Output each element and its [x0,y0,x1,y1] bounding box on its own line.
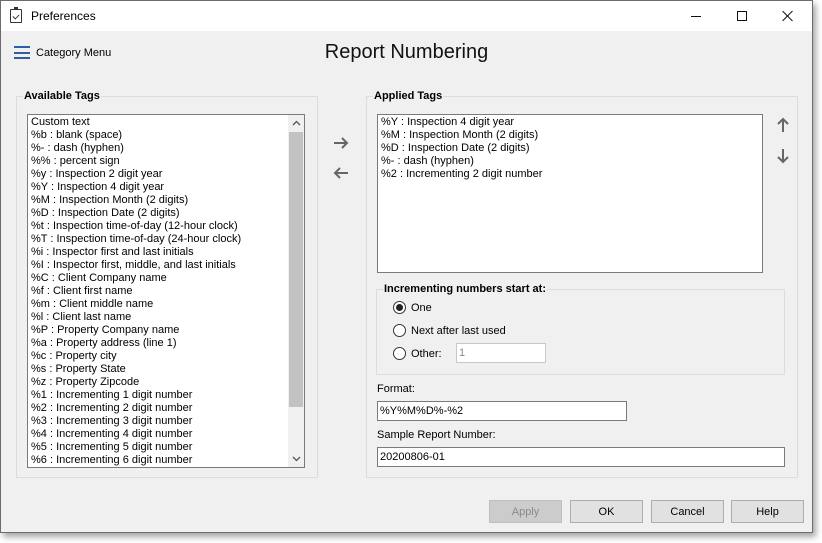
move-up-button[interactable] [772,116,794,134]
move-down-button[interactable] [772,147,794,165]
applied-tag-item[interactable]: %2 : Incrementing 2 digit number [381,168,762,181]
arrow-left-icon [333,167,348,179]
available-tag-item[interactable]: %2 : Incrementing 2 digit number [31,402,304,415]
applied-tag-item[interactable]: %- : dash (hyphen) [381,155,762,168]
available-tag-item[interactable]: %l : Client last name [31,311,304,324]
radio-next-label: Next after last used [411,324,506,337]
available-tag-item[interactable]: %t : Inspection time-of-day (12-hour clo… [31,220,304,233]
available-tag-item[interactable]: %C : Client Company name [31,272,304,285]
available-tag-item[interactable]: %i : Inspector first and last initials [31,246,304,259]
format-input[interactable]: %Y%M%D%-%2 [377,401,627,421]
available-tag-item[interactable]: %M : Inspection Month (2 digits) [31,194,304,207]
arrow-right-icon [334,137,349,149]
scroll-thumb[interactable] [289,132,303,407]
maximize-button[interactable] [719,1,765,31]
available-tags-label: Available Tags [23,90,101,102]
page-title: Report Numbering [324,41,489,63]
applied-tag-item[interactable]: %Y : Inspection 4 digit year [381,116,762,129]
sample-report-number: 20200806-01 [377,447,785,467]
available-tag-item[interactable]: Custom text [31,116,304,129]
available-tag-item[interactable]: %Y : Inspection 4 digit year [31,181,304,194]
applied-tags-label: Applied Tags [373,90,444,102]
scroll-down-icon[interactable] [288,451,304,467]
available-tag-item[interactable]: %z : Property Zipcode [31,376,304,389]
preferences-window: Preferences Category Menu Report Numberi… [0,0,813,533]
arrow-up-icon [777,117,789,132]
available-tag-item[interactable]: %y : Inspection 2 digit year [31,168,304,181]
radio-other-button[interactable] [393,347,406,360]
available-tag-item[interactable]: %6 : Incrementing 6 digit number [31,454,304,467]
sample-label: Sample Report Number: [377,429,496,441]
available-tag-item[interactable]: %c : Property city [31,350,304,363]
apply-button[interactable]: Apply [489,500,562,523]
applied-tag-item[interactable]: %M : Inspection Month (2 digits) [381,129,762,142]
remove-tag-button[interactable] [330,164,352,182]
available-tag-item[interactable]: %T : Inspection time-of-day (24-hour clo… [31,233,304,246]
incrementing-label: Incrementing numbers start at: [383,283,547,295]
available-tags-scrollbar[interactable] [288,115,304,467]
radio-one-button[interactable] [393,301,406,314]
available-tag-item[interactable]: %D : Inspection Date (2 digits) [31,207,304,220]
minimize-icon [691,15,701,17]
available-tag-item[interactable]: %s : Property State [31,363,304,376]
available-tag-item[interactable]: %5 : Incrementing 5 digit number [31,441,304,454]
window-title: Preferences [31,9,96,23]
add-tag-button[interactable] [330,134,352,152]
available-tag-item[interactable]: %I : Inspector first, middle, and last i… [31,259,304,272]
minimize-button[interactable] [673,1,719,31]
scroll-up-icon[interactable] [288,115,304,131]
available-tag-item[interactable]: %a : Property address (line 1) [31,337,304,350]
available-tag-item[interactable]: %f : Client first name [31,285,304,298]
available-tag-item[interactable]: %P : Property Company name [31,324,304,337]
available-tags-items: Custom text %b : blank (space) %- : dash (… [31,116,304,467]
ok-button[interactable]: OK [570,500,643,523]
available-tag-item[interactable]: %4 : Incrementing 4 digit number [31,428,304,441]
other-start-input[interactable]: 1 [456,343,546,363]
radio-one-label: One [411,301,432,314]
arrow-down-icon [777,149,789,164]
radio-other[interactable]: Other: [393,347,442,360]
available-tag-item[interactable]: %- : dash (hyphen) [31,142,304,155]
close-icon [782,10,794,22]
available-tag-item[interactable]: %3 : Incrementing 3 digit number [31,415,304,428]
maximize-icon [737,11,747,21]
format-label: Format: [377,383,415,395]
applied-tags-list[interactable]: %Y : Inspection 4 digit year %M : Inspect… [377,114,763,273]
available-tag-item[interactable]: %% : percent sign [31,155,304,168]
available-tag-item[interactable]: %m : Client middle name [31,298,304,311]
applied-tag-item[interactable]: %D : Inspection Date (2 digits) [381,142,762,155]
radio-other-label: Other: [411,347,442,360]
available-tag-item[interactable]: %1 : Incrementing 1 digit number [31,389,304,402]
help-button[interactable]: Help [731,500,804,523]
available-tag-item[interactable]: %b : blank (space) [31,129,304,142]
radio-next-button[interactable] [393,324,406,337]
radio-next[interactable]: Next after last used [393,324,506,337]
applied-tags-items: %Y : Inspection 4 digit year %M : Inspect… [381,116,762,181]
available-tags-list[interactable]: Custom text %b : blank (space) %- : dash (… [27,114,305,468]
clipboard-icon [10,7,22,23]
title-bar[interactable]: Preferences [1,1,812,31]
radio-one[interactable]: One [393,301,432,314]
close-button[interactable] [765,1,811,31]
cancel-button[interactable]: Cancel [651,500,724,523]
